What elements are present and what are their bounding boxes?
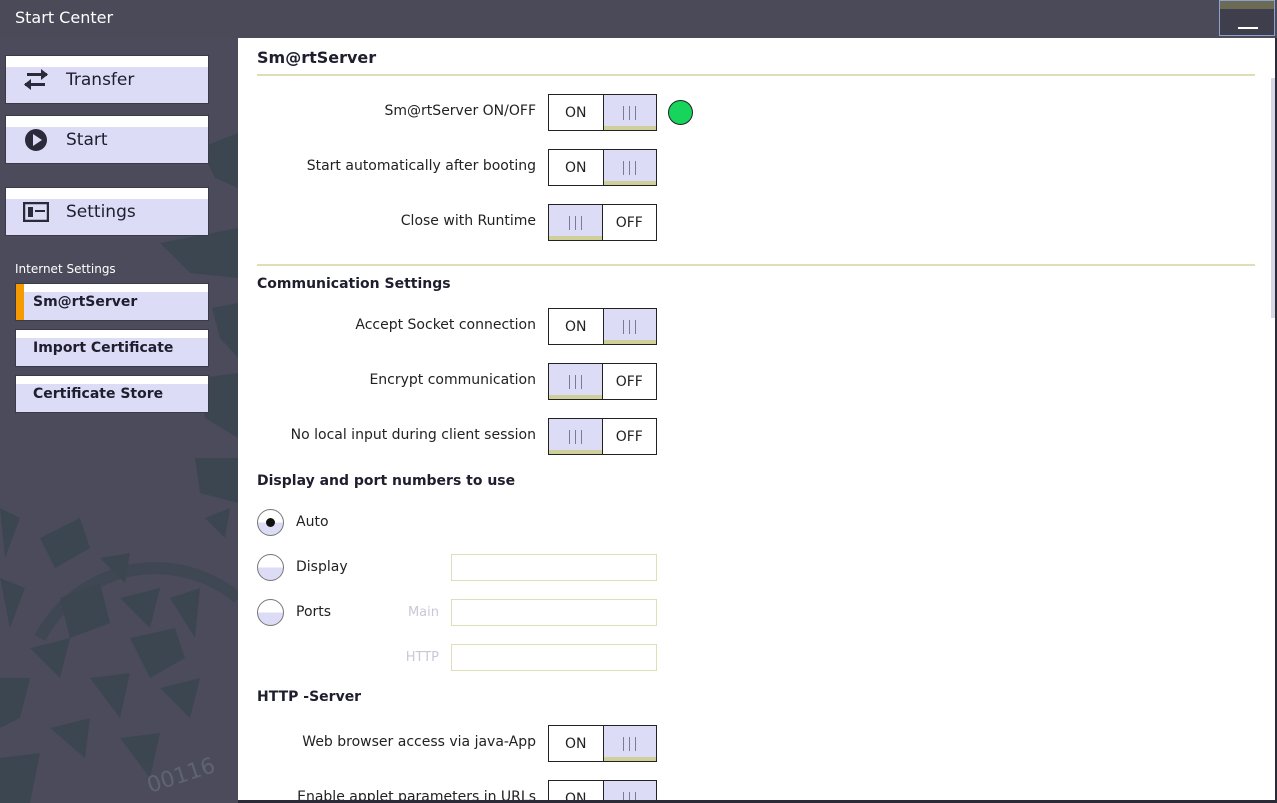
encrypt-toggle[interactable]: OFF bbox=[548, 363, 657, 400]
title-divider bbox=[257, 74, 1255, 76]
internet-settings-label: Internet Settings bbox=[15, 262, 116, 276]
encrypt-label: Encrypt communication bbox=[369, 372, 536, 388]
sidebar-item-label: Import Certificate bbox=[33, 340, 174, 356]
smartserver-onoff-label: Sm@rtServer ON/OFF bbox=[384, 103, 536, 119]
http-port-field[interactable] bbox=[451, 644, 657, 671]
window-title: Start Center bbox=[15, 8, 114, 27]
radio-ports-label: Ports bbox=[296, 604, 332, 620]
toggle-knob bbox=[602, 781, 656, 800]
toggle-on-text: ON bbox=[565, 104, 587, 121]
http-port-label: HTTP bbox=[405, 650, 439, 665]
transfer-button-highlight bbox=[6, 56, 208, 67]
autostart-label: Start automatically after booting bbox=[306, 158, 536, 174]
close-with-runtime-label: Close with Runtime bbox=[400, 213, 536, 229]
start-button-highlight bbox=[6, 116, 208, 127]
sidebar-item-certificate-store[interactable]: Certificate Store bbox=[15, 375, 209, 413]
toggle-knob bbox=[602, 309, 656, 344]
main-port-label: Main bbox=[407, 605, 439, 620]
toggle-off-text: OFF bbox=[615, 428, 643, 445]
page-title: Sm@rtServer bbox=[257, 48, 377, 67]
sidebar-item-highlight bbox=[16, 330, 208, 338]
toggle-knob bbox=[602, 726, 656, 761]
autostart-toggle[interactable]: ON bbox=[548, 149, 657, 186]
sidebar-item-label: Sm@rtServer bbox=[33, 294, 138, 310]
accept-socket-label: Accept Socket connection bbox=[355, 317, 536, 333]
sidebar-item-label: Certificate Store bbox=[33, 386, 164, 402]
applet-params-label: Enable applet parameters in URLs bbox=[297, 789, 536, 800]
sidebar: 00116 Transfer Start Settings Internet S… bbox=[0, 38, 238, 803]
sidebar-item-import-certificate[interactable]: Import Certificate bbox=[15, 329, 209, 367]
minimize-button[interactable] bbox=[1219, 0, 1275, 36]
close-with-runtime-toggle[interactable]: OFF bbox=[548, 204, 657, 241]
smartserver-onoff-toggle[interactable]: ON bbox=[548, 94, 657, 131]
radio-display[interactable] bbox=[257, 554, 284, 581]
minimize-button-strip bbox=[1220, 1, 1274, 9]
transfer-label: Transfer bbox=[66, 69, 135, 90]
java-app-access-toggle[interactable]: ON bbox=[548, 725, 657, 762]
toggle-knob bbox=[602, 95, 656, 130]
toggle-knob bbox=[549, 419, 603, 454]
transfer-button[interactable]: Transfer bbox=[5, 55, 209, 104]
minimize-icon bbox=[1238, 27, 1258, 29]
toggle-on-text: ON bbox=[565, 790, 587, 801]
toggle-off-text: OFF bbox=[615, 373, 643, 390]
main-content: Sm@rtServer Sm@rtServer ON/OFF ON Start … bbox=[238, 38, 1275, 800]
communication-heading: Communication Settings bbox=[257, 276, 451, 292]
http-server-heading: HTTP -Server bbox=[257, 689, 362, 705]
settings-button-highlight bbox=[6, 188, 208, 199]
section-divider bbox=[257, 264, 1255, 266]
applet-params-toggle[interactable]: ON bbox=[548, 780, 657, 800]
toggle-on-text: ON bbox=[565, 318, 587, 335]
radio-auto[interactable] bbox=[257, 509, 284, 536]
transfer-icon bbox=[6, 68, 66, 91]
svg-text:00116: 00116 bbox=[144, 753, 218, 798]
play-icon bbox=[6, 128, 66, 152]
status-indicator bbox=[668, 100, 693, 125]
display-field[interactable] bbox=[451, 554, 657, 581]
toggle-knob bbox=[549, 364, 603, 399]
ports-heading: Display and port numbers to use bbox=[257, 473, 516, 489]
sidebar-item-smartserver[interactable]: Sm@rtServer bbox=[15, 283, 209, 321]
sidebar-item-highlight bbox=[16, 376, 208, 384]
start-button[interactable]: Start bbox=[5, 115, 209, 164]
scrollbar[interactable] bbox=[1271, 78, 1275, 318]
start-label: Start bbox=[66, 129, 108, 150]
settings-button[interactable]: Settings bbox=[5, 187, 209, 236]
sidebar-item-highlight bbox=[16, 284, 208, 292]
accept-socket-toggle[interactable]: ON bbox=[548, 308, 657, 345]
title-bar: Start Center bbox=[0, 0, 1277, 38]
settings-label: Settings bbox=[66, 201, 136, 222]
no-local-input-label: No local input during client session bbox=[290, 427, 536, 443]
radio-auto-label: Auto bbox=[296, 514, 329, 530]
toggle-on-text: ON bbox=[565, 159, 587, 176]
no-local-input-toggle[interactable]: OFF bbox=[548, 418, 657, 455]
settings-icon bbox=[6, 201, 66, 222]
radio-display-label: Display bbox=[296, 559, 348, 575]
toggle-on-text: ON bbox=[565, 735, 587, 752]
toggle-knob bbox=[602, 150, 656, 185]
active-indicator bbox=[16, 284, 24, 320]
radio-ports[interactable] bbox=[257, 599, 284, 626]
main-port-field[interactable] bbox=[451, 599, 657, 626]
toggle-off-text: OFF bbox=[615, 214, 643, 231]
java-app-access-label: Web browser access via java-App bbox=[302, 734, 536, 750]
toggle-knob bbox=[549, 205, 603, 240]
